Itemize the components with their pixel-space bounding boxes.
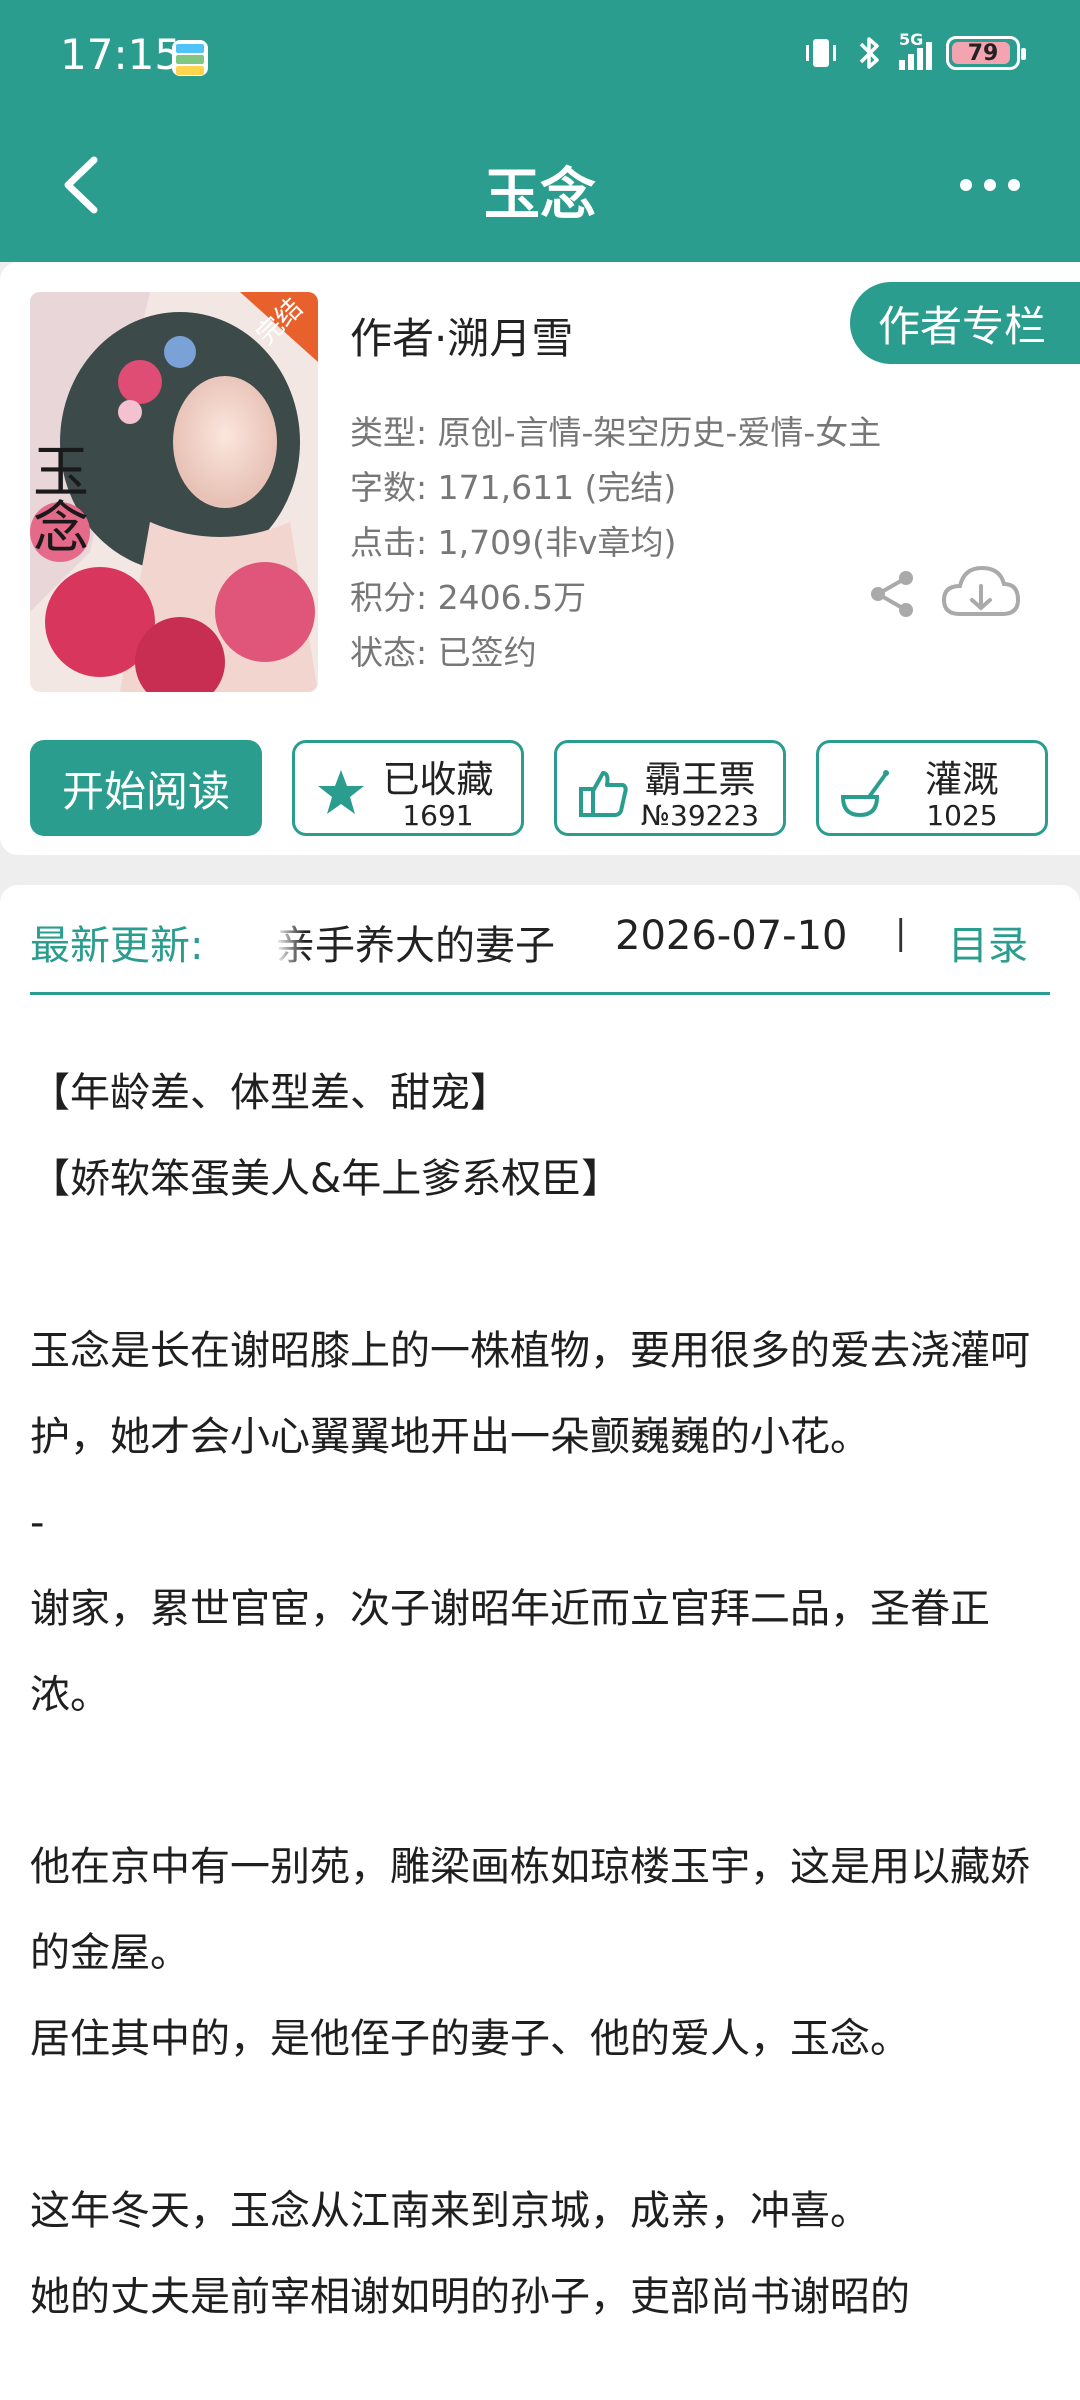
latest-update-label: 最新更新: — [30, 923, 204, 969]
intro-paragraph: 他在京中有一别苑，雕梁画栋如琼楼玉宇，这是用以藏娇的金屋。 — [30, 1844, 1030, 1976]
intro-paragraph — [30, 1222, 1060, 1308]
ticket-button[interactable]: 霸王票 №39223 — [554, 740, 786, 836]
meta-score: 积分: 2406.5万 — [350, 578, 587, 617]
start-reading-button[interactable]: 开始阅读 — [30, 740, 262, 836]
table-of-contents-link[interactable]: 目录 — [948, 913, 1028, 971]
signal-icon: 5G — [899, 30, 932, 70]
app-notification-icon — [172, 40, 208, 76]
intro-paragraph: 【年龄差、体型差、甜宠】 — [30, 1070, 510, 1116]
share-icon[interactable] — [866, 568, 918, 620]
favorite-button[interactable]: 已收藏 1691 — [292, 740, 524, 836]
watering-icon — [840, 770, 889, 818]
intro-paragraph: - — [30, 1500, 45, 1546]
ticket-count: №39223 — [640, 799, 760, 832]
intro-paragraph: 她的丈夫是前宰相谢如明的孙子，吏部尚书谢昭的 — [30, 2274, 910, 2320]
author-name[interactable]: 作者·溯月雪 — [350, 305, 573, 366]
intro-paragraph: 【娇软笨蛋美人&年上爹系权臣】 — [30, 1156, 622, 1202]
book-description: 【年龄差、体型差、甜宠】 【娇软笨蛋美人&年上爹系权臣】 玉念是长在谢昭膝上的一… — [30, 1050, 1060, 2340]
meta-words: 字数: 171,611 (完结) — [350, 468, 677, 507]
status-icons: 5G 79 — [801, 30, 1026, 72]
intro-paragraph: 谢家，累世官宦，次子谢昭年近而立官拜二品，圣眷正浓。 — [30, 1586, 990, 1718]
battery-icon: 79 — [946, 36, 1026, 70]
water-button[interactable]: 灌溉 1025 — [816, 740, 1048, 836]
bluetooth-icon — [859, 37, 879, 69]
latest-update-date: 2026-07-10 — [615, 913, 848, 959]
meta-type: 类型: 原创-言情-架空历史-爱情-女主 — [350, 413, 882, 452]
water-count: 1025 — [926, 799, 998, 832]
author-column-button[interactable]: 作者专栏 — [850, 282, 1080, 364]
intro-paragraph: 这年冬天，玉念从江南来到京城，成亲，冲喜。 — [30, 2188, 870, 2234]
thumbs-up-icon — [579, 771, 628, 817]
star-icon — [318, 770, 364, 814]
book-cover-image[interactable]: 完结 玉念 — [30, 292, 318, 692]
vibrate-icon — [806, 39, 836, 67]
page-title: 玉念 — [484, 163, 596, 228]
favorite-count: 1691 — [402, 799, 474, 832]
meta-status: 状态: 已签约 — [350, 633, 537, 672]
network-type: 5G — [899, 30, 924, 49]
status-bar: 17:15 5G 79 — [0, 0, 1080, 115]
intro-paragraph — [30, 2082, 1060, 2168]
status-time: 17:15 — [60, 30, 182, 79]
cover-title: 玉念 — [30, 442, 89, 554]
favorite-label: 已收藏 — [382, 758, 494, 801]
latest-chapter-title[interactable]: 亲手养大的妻子 — [275, 913, 630, 971]
separator: | — [895, 913, 907, 953]
battery-level: 79 — [967, 40, 999, 66]
meta-clicks: 点击: 1,709(非v章均) — [350, 523, 677, 562]
latest-update-row[interactable]: 最新更新: 亲手养大的妻子 2026-07-10 | 目录 — [30, 885, 1050, 995]
ticket-label: 霸王票 — [644, 758, 756, 801]
intro-paragraph: 玉念是长在谢昭膝上的一株植物，要用很多的爱去浇灌呵护，她才会小心翼翼地开出一朵颤… — [30, 1328, 1030, 1460]
water-label: 灌溉 — [925, 758, 999, 801]
more-options-icon[interactable] — [960, 160, 1020, 210]
intro-paragraph: 居住其中的，是他侄子的妻子、他的爱人，玉念。 — [30, 2016, 910, 2062]
download-cloud-icon[interactable] — [940, 562, 1022, 624]
intro-paragraph — [30, 1738, 1060, 1824]
